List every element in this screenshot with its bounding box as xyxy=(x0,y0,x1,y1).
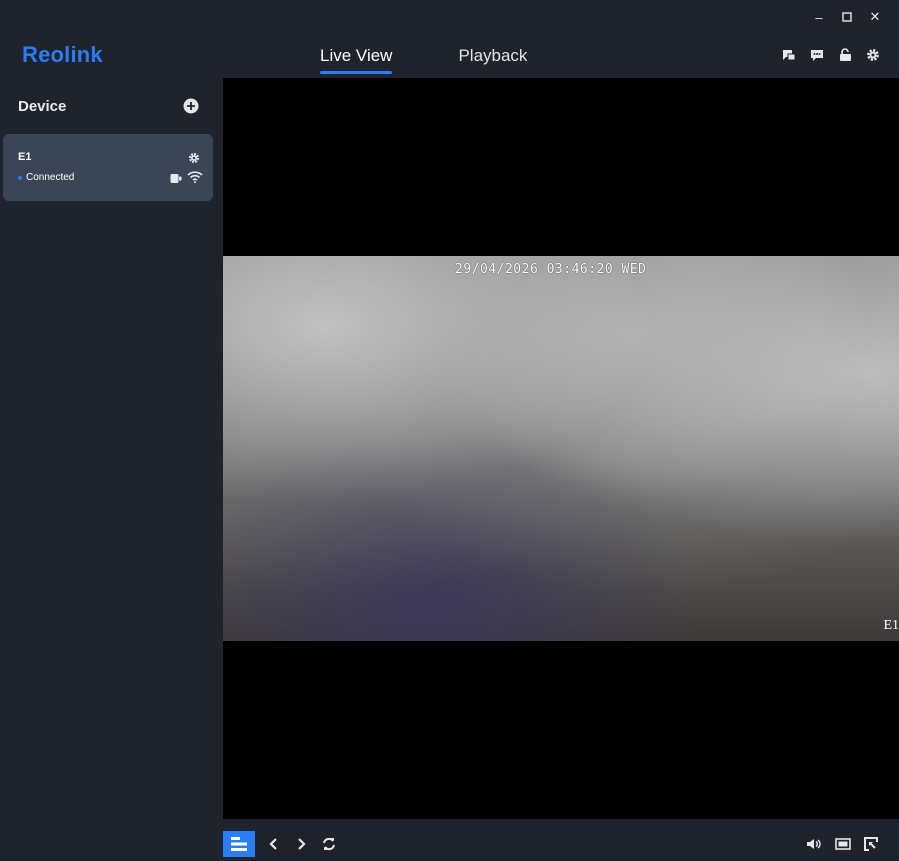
maximize-button[interactable] xyxy=(837,7,857,27)
main-tabs: Live View Playback xyxy=(320,42,527,74)
next-button[interactable] xyxy=(293,836,309,852)
minimize-button[interactable]: – xyxy=(809,7,829,27)
message-image-icon[interactable] xyxy=(781,47,797,63)
bottom-toolbar xyxy=(223,819,899,861)
status-dot xyxy=(18,175,22,180)
close-button[interactable]: ✕ xyxy=(865,7,885,27)
battery-icon xyxy=(170,171,182,183)
unlock-icon[interactable] xyxy=(837,47,853,63)
speaker-icon xyxy=(807,839,821,849)
wifi-icon xyxy=(187,170,203,183)
layout-button[interactable] xyxy=(223,831,255,857)
device-sidebar: Device E1 Connected xyxy=(0,78,223,861)
refresh-button[interactable] xyxy=(321,836,337,852)
layout-icon xyxy=(231,837,247,851)
previous-button[interactable] xyxy=(266,836,282,852)
device-status: Connected xyxy=(18,172,74,183)
add-device-button[interactable] xyxy=(183,98,199,114)
tab-live-view[interactable]: Live View xyxy=(320,42,393,74)
app-header: Reolink Live View Playback xyxy=(0,34,899,78)
chevron-left-icon xyxy=(269,838,277,850)
device-status-label: Connected xyxy=(26,172,75,183)
fullscreen-button[interactable] xyxy=(863,836,879,852)
maximize-icon xyxy=(842,12,852,22)
osd-timestamp: 29/04/2026 03:46:20 WED xyxy=(455,262,647,277)
chevron-right-icon xyxy=(298,838,306,850)
gear-icon[interactable] xyxy=(865,47,881,63)
aspect-ratio-icon xyxy=(835,838,851,850)
reolink-logo: Reolink xyxy=(22,42,103,67)
chat-icon[interactable] xyxy=(809,47,825,63)
fullscreen-icon xyxy=(864,837,878,851)
header-icons xyxy=(781,47,881,63)
osd-camera-label: E1 xyxy=(883,618,899,633)
camera-feed[interactable]: 29/04/2026 03:46:20 WED E1 xyxy=(223,256,899,641)
window-controls: – ✕ xyxy=(809,6,885,28)
aspect-ratio-button[interactable] xyxy=(835,836,851,852)
sidebar-title: Device xyxy=(18,98,67,115)
device-settings-icon[interactable] xyxy=(188,151,200,164)
tab-playback[interactable]: Playback xyxy=(458,42,527,74)
title-bar: – ✕ xyxy=(0,0,899,34)
audio-button[interactable] xyxy=(806,836,822,852)
sidebar-header: Device xyxy=(0,78,223,132)
device-name: E1 xyxy=(18,151,32,163)
plus-circle-icon xyxy=(183,98,199,114)
live-view-area[interactable]: 29/04/2026 03:46:20 WED E1 xyxy=(223,78,899,819)
refresh-icon xyxy=(323,837,335,851)
device-card[interactable]: E1 Connected xyxy=(3,134,213,201)
